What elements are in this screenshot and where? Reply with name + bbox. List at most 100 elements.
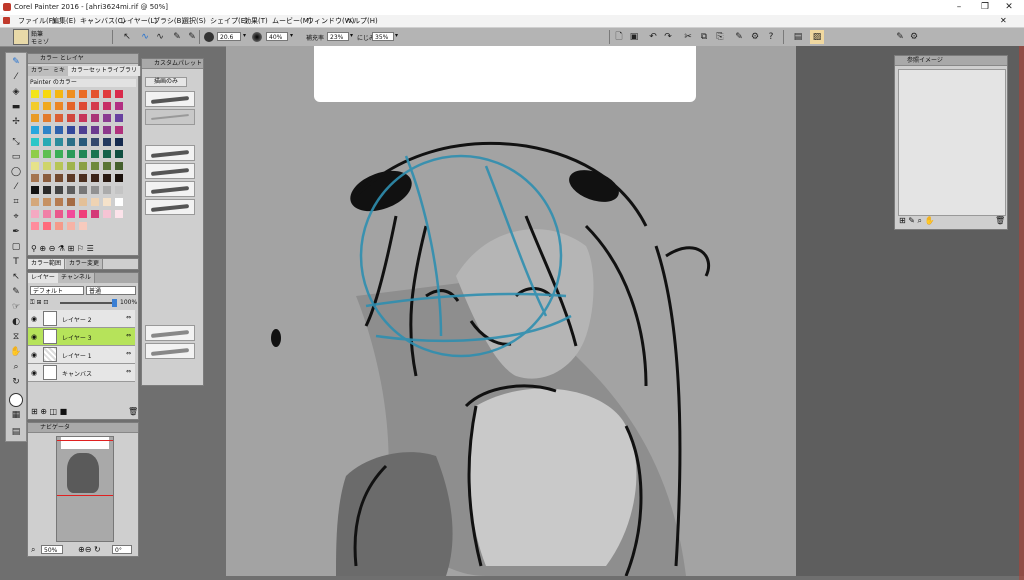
save-icon[interactable]: ▣ (627, 30, 641, 44)
crop-icon[interactable]: ⌗ (8, 195, 24, 209)
dropper-tool-icon[interactable]: ⁄ (8, 70, 24, 84)
layer-link-icon[interactable]: ⇔ (126, 350, 131, 357)
visibility-eye-icon[interactable]: ◉ (31, 369, 37, 377)
image-icon[interactable]: ▨ (810, 30, 824, 44)
color-swatch[interactable] (67, 222, 75, 230)
color-swatch[interactable] (115, 126, 123, 134)
color-swatch[interactable] (115, 102, 123, 110)
color-swatch[interactable] (79, 90, 87, 98)
tab-color-range[interactable]: カラー範囲 (28, 259, 66, 269)
color-swatch[interactable] (79, 198, 87, 206)
brush-preset-2[interactable] (145, 109, 195, 125)
color-swatch[interactable] (103, 150, 111, 158)
visibility-eye-icon[interactable]: ◉ (31, 351, 37, 359)
color-swatch[interactable] (43, 162, 51, 170)
color-swatch[interactable] (79, 150, 87, 158)
color-swatch[interactable] (43, 114, 51, 122)
visibility-eye-icon[interactable]: ◉ (31, 315, 37, 323)
color-swatch[interactable] (55, 102, 63, 110)
text-icon[interactable]: T (8, 255, 24, 269)
color-swatch[interactable] (31, 114, 39, 122)
color-swatch[interactable] (91, 114, 99, 122)
brush-tool-icon[interactable]: ✎ (8, 55, 24, 69)
menu-brushes[interactable]: ブラシ(B) (153, 16, 184, 26)
draw-only-button[interactable]: 描画のみ (145, 77, 187, 87)
color-swatch[interactable] (43, 150, 51, 158)
color-swatch[interactable] (103, 138, 111, 146)
layer-link-icon[interactable]: ⇔ (126, 314, 131, 321)
color-swatch[interactable] (91, 138, 99, 146)
cloner-icon[interactable]: ✎ (8, 285, 24, 299)
menu-edit[interactable]: 編集(E) (52, 16, 76, 26)
brush-preset-6[interactable] (145, 199, 195, 215)
color-swatch[interactable] (31, 198, 39, 206)
color-swatch[interactable] (43, 102, 51, 110)
color-swatch[interactable] (91, 150, 99, 158)
lasso-icon[interactable]: ◯ (8, 165, 24, 179)
maximize-button[interactable]: ❐ (972, 1, 998, 13)
size-field[interactable]: 20.6 (217, 32, 241, 41)
layer-tools-icon[interactable]: ⊞ ⊕ ◫ ■ (31, 407, 67, 416)
menu-layers[interactable]: レイヤー(L) (120, 16, 157, 26)
brush-variant[interactable]: モミゾ (31, 37, 49, 46)
reference-tools-icon[interactable]: ⊞ ✎ ⌕ ✋ (899, 216, 934, 226)
pattern-icon[interactable]: ▤ (8, 425, 24, 439)
blend-icon[interactable]: ☞ (8, 300, 24, 314)
navigator-rotation-field[interactable]: 0° (112, 545, 132, 554)
stroke-freehand-icon[interactable]: ∿ (138, 30, 152, 44)
menu-canvas[interactable]: キャンバス(C) (80, 16, 125, 26)
color-swatch[interactable] (115, 198, 123, 206)
color-swatch[interactable] (103, 174, 111, 182)
color-swatch[interactable] (91, 102, 99, 110)
color-swatch[interactable] (103, 126, 111, 134)
new-document-icon[interactable]: 🗋 (612, 30, 626, 44)
color-swatch[interactable] (31, 138, 39, 146)
color-swatch[interactable] (67, 150, 75, 158)
resat-field[interactable]: 23% (327, 32, 349, 41)
color-swatch[interactable] (55, 150, 63, 158)
color-swatch[interactable] (55, 198, 63, 206)
color-swatch[interactable] (43, 174, 51, 182)
magic-wand-icon[interactable]: ⁄ (8, 180, 24, 194)
color-swatch[interactable] (31, 150, 39, 158)
menu-movie[interactable]: ムービー(M) (272, 16, 312, 26)
color-swatch[interactable] (67, 102, 75, 110)
composite-depth-select[interactable]: 普通 (86, 286, 136, 295)
brush-preset-1[interactable] (145, 91, 195, 107)
color-swatch[interactable] (55, 222, 63, 230)
transform-icon[interactable]: ⤡ (8, 135, 24, 149)
tab-mixer[interactable]: ミキ (50, 66, 70, 76)
color-swatch[interactable] (43, 210, 51, 218)
brush-preset-5[interactable] (145, 181, 195, 197)
color-swatch[interactable] (103, 102, 111, 110)
dropper-icon[interactable]: ✎ (185, 30, 199, 44)
settings-icon[interactable]: ⚙ (748, 30, 762, 44)
paper-icon[interactable]: ▦ (8, 408, 24, 422)
magnifier-icon[interactable]: ⌕ (8, 360, 24, 374)
gear-icon[interactable]: ⚙ (907, 30, 921, 44)
color-swatch[interactable] (115, 186, 123, 194)
color-swatch[interactable] (43, 138, 51, 146)
color-swatch[interactable] (31, 174, 39, 182)
color-swatch[interactable] (103, 114, 111, 122)
close-button[interactable]: ✕ (996, 1, 1022, 13)
tab-color-change[interactable]: カラー変更 (66, 259, 104, 269)
paint-bucket-icon[interactable]: ◈ (8, 85, 24, 99)
brush-ghost-icon[interactable]: ✎ (170, 30, 184, 44)
color-swatch[interactable] (67, 126, 75, 134)
color-set-tools-icon[interactable]: ⚲ ⊕ ⊖ ⚗ ⊞ ⚐ ☰ (31, 244, 94, 253)
color-swatch[interactable] (103, 198, 111, 206)
color-swatch[interactable] (79, 210, 87, 218)
color-swatch[interactable] (55, 90, 63, 98)
copy-icon[interactable]: ⧉ (697, 30, 711, 44)
layer-row[interactable]: ◉ キャンバス ⇔ (28, 364, 135, 382)
size-dropdown-icon[interactable]: ▾ (243, 32, 246, 39)
color-swatch[interactable] (43, 90, 51, 98)
brush-selector-icon[interactable] (13, 29, 29, 45)
redo-icon[interactable]: ↷ (661, 30, 675, 44)
document-close-button[interactable]: ✕ (1000, 16, 1007, 25)
menu-select[interactable]: 選択(S) (182, 16, 206, 26)
color-swatch[interactable] (91, 90, 99, 98)
artwork[interactable] (226, 46, 796, 576)
color-swatch[interactable] (115, 138, 123, 146)
